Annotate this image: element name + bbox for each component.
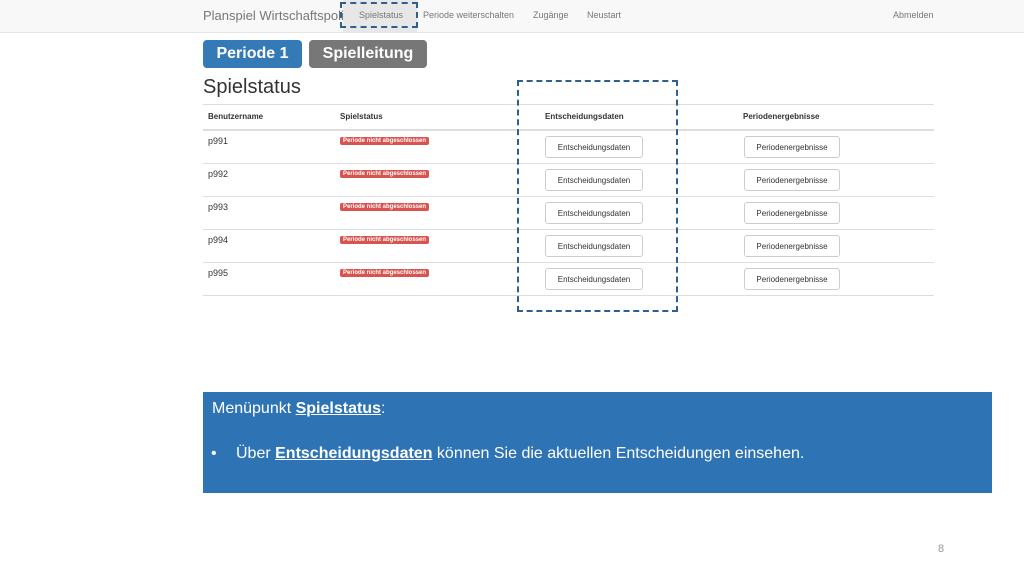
periodenergebnisse-button[interactable]: Periodenergebnisse [744,202,840,224]
note-bullet: • [211,445,217,462]
header-spielstatus: Spielstatus [340,112,383,121]
role-badge: Spielleitung [309,40,427,68]
status-badge: Periode nicht abgeschlossen [340,203,430,211]
navbar: Planspiel Wirtschaftspolitik Spielstatus… [0,0,1024,33]
note-text-suffix: können Sie die aktuellen Entscheidungen … [432,445,805,462]
username-cell: p992 [208,169,229,179]
nav-item-neustart[interactable]: Neustart [587,10,621,20]
page-title: Spielstatus [203,76,301,98]
note-title-prefix: Menüpunkt [212,400,296,417]
username-cell: p995 [208,268,229,278]
nav-item-zugaenge[interactable]: Zugänge [533,10,569,20]
note-title-link: Spielstatus [295,400,381,417]
status-badge: Periode nicht abgeschlossen [340,137,430,145]
note-text-link: Entscheidungsdaten [275,445,433,462]
highlight-entscheidungsdaten-column [517,80,678,312]
nav-item-abmelden[interactable]: Abmelden [893,10,934,20]
periodenergebnisse-button[interactable]: Periodenergebnisse [744,136,840,158]
note-title: Menüpunkt Spielstatus: [212,400,385,418]
username-cell: p994 [208,235,229,245]
periodenergebnisse-button[interactable]: Periodenergebnisse [744,169,840,191]
navbar-brand[interactable]: Planspiel Wirtschaftspolitik [203,8,357,23]
nav-item-periode-weiterschalten[interactable]: Periode weiterschalten [423,10,514,20]
status-badge: Periode nicht abgeschlossen [340,236,430,244]
period-badge: Periode 1 [203,40,302,68]
instruction-note: Menüpunkt Spielstatus: • Über Entscheidu… [203,392,992,493]
status-badge: Periode nicht abgeschlossen [340,269,430,277]
username-cell: p993 [208,202,229,212]
note-text: Über Entscheidungsdaten können Sie die a… [236,445,804,463]
highlight-nav-spielstatus [340,2,418,28]
header-periodenergebnisse: Periodenergebnisse [743,112,820,121]
note-text-prefix: Über [236,445,276,462]
note-title-suffix: : [380,400,386,417]
periodenergebnisse-button[interactable]: Periodenergebnisse [744,268,840,290]
status-badge: Periode nicht abgeschlossen [340,170,430,178]
page-number: 8 [938,543,945,555]
username-cell: p991 [208,136,229,146]
header-benutzername: Benutzername [208,112,264,121]
periodenergebnisse-button[interactable]: Periodenergebnisse [744,235,840,257]
